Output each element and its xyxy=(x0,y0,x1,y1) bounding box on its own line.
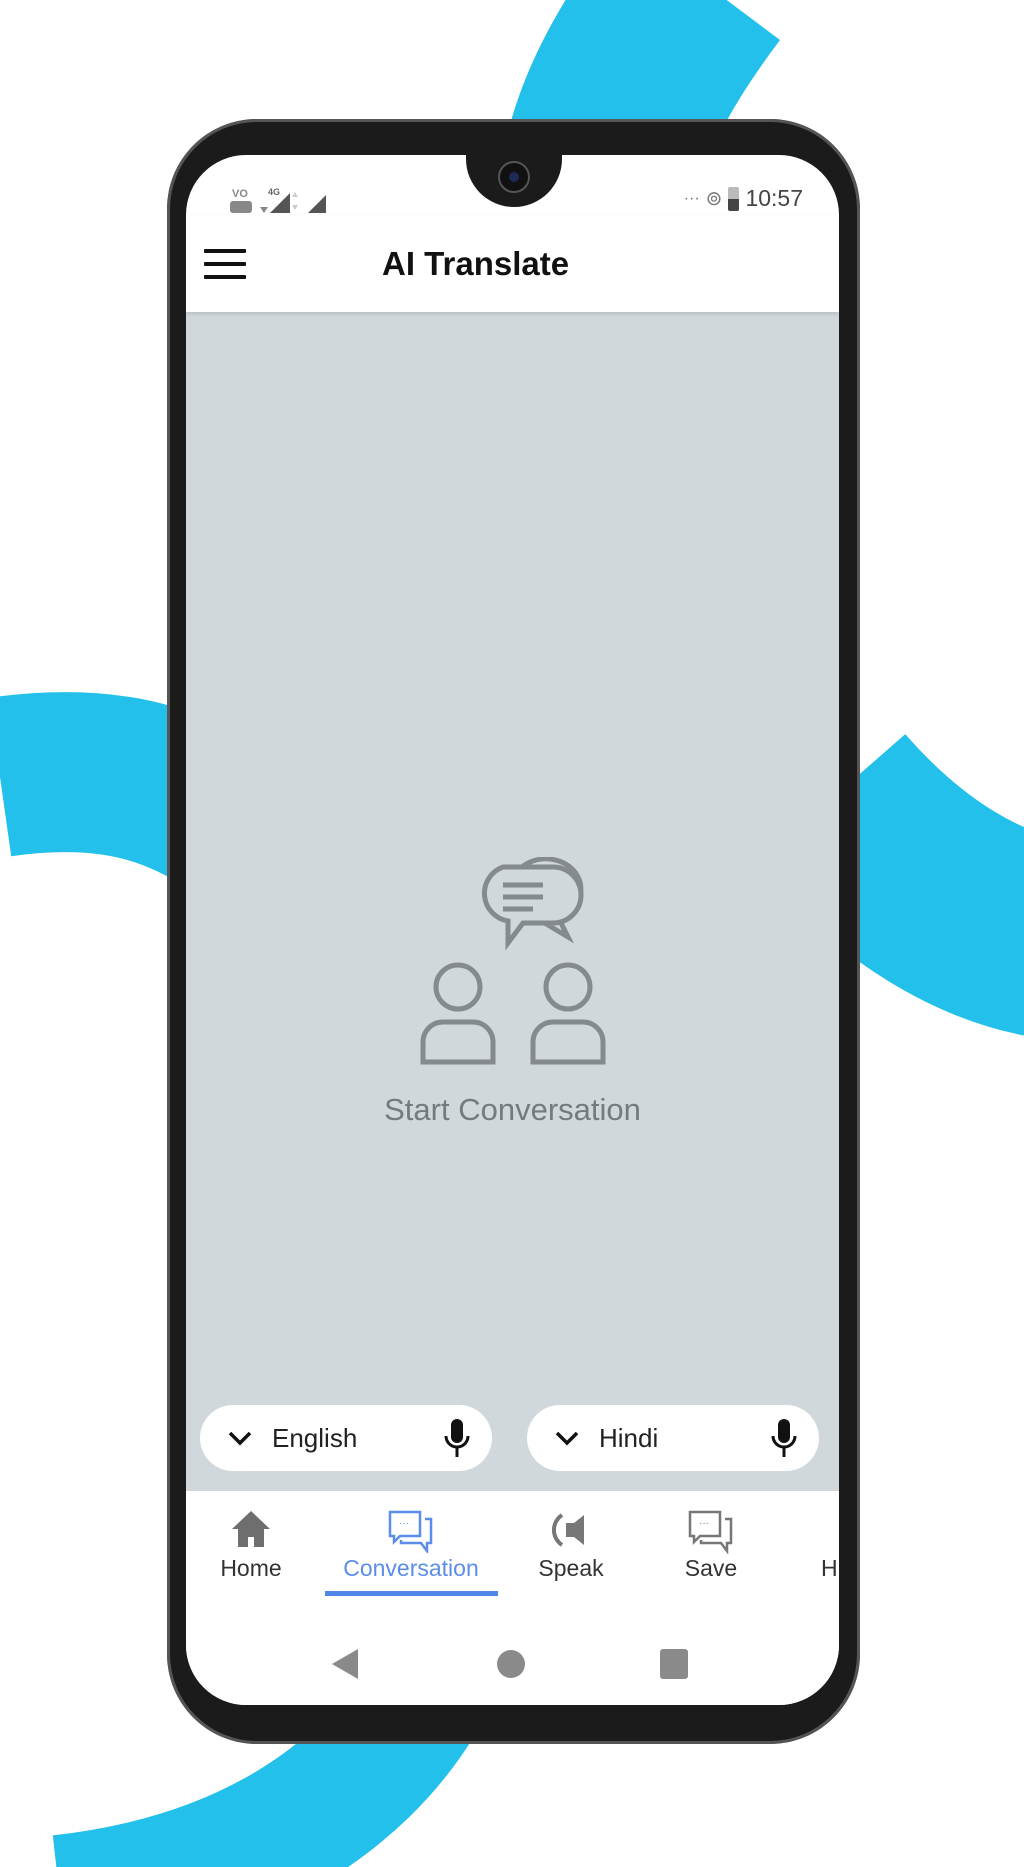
chevron-down-icon xyxy=(555,1431,579,1446)
more-icon: ··· xyxy=(683,189,700,207)
system-nav-bar xyxy=(186,1613,839,1705)
tab-label: H xyxy=(821,1555,838,1581)
phone-screen: VO 4G ··· ⊚ 10:57 AI Translate Start Con… xyxy=(186,155,839,1705)
hamburger-icon[interactable] xyxy=(204,249,246,279)
notch xyxy=(466,155,562,207)
camera-icon xyxy=(498,161,530,193)
conversation-area: Start Conversation xyxy=(186,312,839,1491)
back-icon[interactable] xyxy=(330,1647,360,1681)
tab-save[interactable]: ··· Save xyxy=(636,1491,786,1613)
svg-text:4G: 4G xyxy=(268,187,280,197)
status-left: VO 4G xyxy=(230,185,340,218)
page-title: AI Translate xyxy=(382,245,570,282)
clock: 10:57 xyxy=(745,185,803,211)
chat-icon: ··· xyxy=(688,1510,733,1555)
svg-text:VO: VO xyxy=(232,188,248,200)
bottom-nav: Home ··· Conversation Speak ··· Save H xyxy=(186,1491,839,1613)
svg-text:···: ··· xyxy=(699,1518,709,1529)
mic-icon[interactable] xyxy=(444,1418,470,1458)
signal-icon: VO 4G xyxy=(230,187,326,213)
tab-label: Speak xyxy=(538,1555,604,1581)
tab-speak[interactable]: Speak xyxy=(506,1491,636,1613)
mic-icon[interactable] xyxy=(771,1418,797,1458)
start-conversation-text: Start Conversation xyxy=(384,1092,641,1127)
status-right: ··· ⊚ 10:57 xyxy=(684,185,803,212)
app-header: AI Translate xyxy=(186,215,839,312)
tab-label: Save xyxy=(684,1555,738,1581)
active-tab-indicator xyxy=(325,1591,498,1596)
recents-icon[interactable] xyxy=(659,1648,689,1680)
tab-home[interactable]: Home xyxy=(186,1491,316,1613)
svg-text:···: ··· xyxy=(399,1518,409,1529)
target-language-selector[interactable]: Hindi xyxy=(527,1405,819,1471)
source-language-selector[interactable]: English xyxy=(200,1405,492,1471)
tab-label: Conversation xyxy=(343,1555,479,1581)
speaker-icon xyxy=(552,1513,584,1547)
tab-partial[interactable]: H xyxy=(821,1491,839,1613)
tab-label: Home xyxy=(220,1555,282,1581)
chevron-down-icon xyxy=(228,1431,252,1446)
chat-icon: ··· xyxy=(388,1510,433,1553)
conversation-people-icon xyxy=(186,856,839,1072)
home-circle-icon[interactable] xyxy=(496,1649,526,1679)
hotspot-icon: ⊚ xyxy=(705,188,723,210)
battery-icon xyxy=(728,186,740,211)
source-language-label: English xyxy=(272,1422,358,1453)
target-language-label: Hindi xyxy=(599,1422,659,1453)
home-icon xyxy=(232,1511,270,1547)
